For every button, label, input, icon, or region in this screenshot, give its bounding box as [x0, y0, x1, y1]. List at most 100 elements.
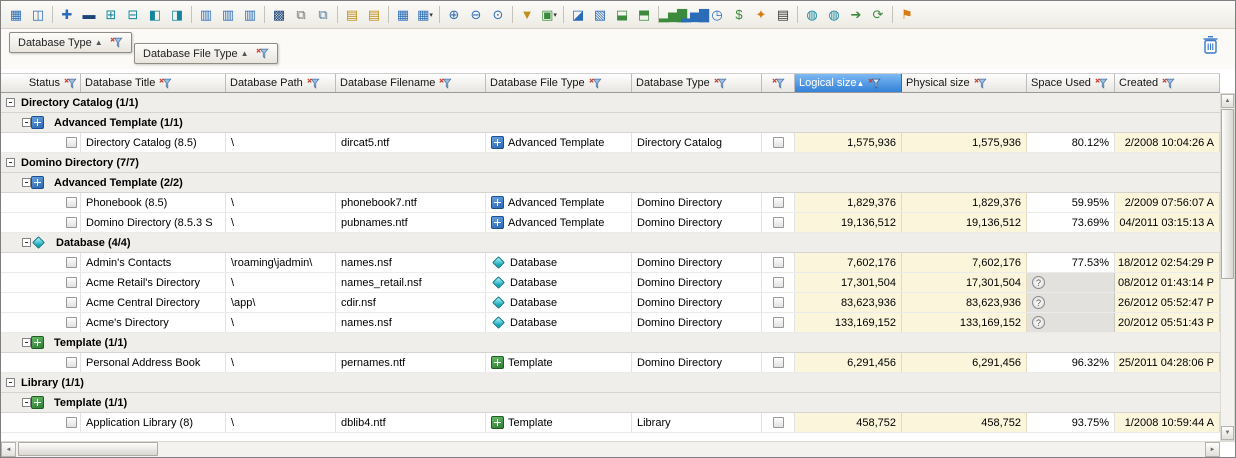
table-row[interactable]: Acme's Directory \ names.nsf Database Do…	[1, 313, 1220, 333]
export-grid-icon[interactable]: ◪	[567, 4, 589, 26]
horizontal-scroll-thumb[interactable]	[18, 442, 158, 456]
filter-icon[interactable]	[714, 78, 727, 89]
collapse-toggle[interactable]	[22, 118, 31, 127]
filter-icon[interactable]	[64, 78, 77, 89]
group-tab-database-file-type[interactable]: Database File Type ▲	[134, 43, 278, 64]
row-checkbox[interactable]	[66, 137, 77, 148]
table-row[interactable]: Advanced Template (1/1)	[1, 113, 1220, 133]
split-view-icon[interactable]: ◫	[27, 4, 49, 26]
filter-icon[interactable]	[589, 78, 602, 89]
shift-right-icon[interactable]: ◨	[166, 4, 188, 26]
column-header-status[interactable]: Status	[1, 74, 81, 92]
flag-checkbox[interactable]	[773, 297, 784, 308]
web-icon[interactable]: ◍	[801, 4, 823, 26]
column-header-created[interactable]: Created	[1115, 74, 1220, 92]
collapse-all-icon[interactable]: ⊟	[122, 4, 144, 26]
flag-checkbox[interactable]	[773, 137, 784, 148]
row-checkbox[interactable]	[66, 357, 77, 368]
folder-search-icon[interactable]: ▤	[341, 4, 363, 26]
zoom-in-icon[interactable]: ⊕	[443, 4, 465, 26]
collapse-toggle[interactable]	[6, 158, 15, 167]
table-row[interactable]: Domino Directory (7/7)	[1, 153, 1220, 173]
zoom-reset-icon[interactable]: ⊙	[487, 4, 509, 26]
tools-icon[interactable]: ✦	[750, 4, 772, 26]
flag-checkbox[interactable]	[773, 217, 784, 228]
grid-view-icon[interactable]: ▦	[5, 4, 27, 26]
table-row[interactable]: Admin's Contacts \roaming\jadmin\ names.…	[1, 253, 1220, 273]
vertical-scroll-track[interactable]: ▲ ▼	[1220, 93, 1235, 441]
row-checkbox[interactable]	[66, 277, 77, 288]
size-audit-icon[interactable]: $	[728, 4, 750, 26]
row-checkbox[interactable]	[66, 317, 77, 328]
row-checkbox[interactable]	[66, 257, 77, 268]
zoom-out-icon[interactable]: ⊖	[465, 4, 487, 26]
add-icon[interactable]: ✚	[56, 4, 78, 26]
scroll-down-button[interactable]: ▼	[1221, 426, 1234, 440]
filter-icon[interactable]	[1095, 78, 1108, 89]
group-tab-database-type[interactable]: Database Type ▲	[9, 32, 132, 53]
collapse-toggle[interactable]	[6, 98, 15, 107]
collapse-toggle[interactable]	[22, 338, 31, 347]
flag-checkbox[interactable]	[773, 277, 784, 288]
columns-wide-icon[interactable]: ▥	[239, 4, 261, 26]
filter-icon[interactable]	[974, 78, 987, 89]
table-row[interactable]: Library (1/1)	[1, 373, 1220, 393]
column-header-physical-size[interactable]: Physical size	[902, 74, 1027, 92]
table-row[interactable]: Directory Catalog (8.5) \ dircat5.ntf Ad…	[1, 133, 1220, 153]
refresh-icon[interactable]: ⟳	[867, 4, 889, 26]
flag-checkbox[interactable]	[773, 357, 784, 368]
column-header-logical-size[interactable]: Logical size ▲	[795, 74, 902, 92]
flag-checkbox[interactable]	[773, 317, 784, 328]
scroll-right-button[interactable]: ►	[1205, 442, 1220, 457]
filter-icon[interactable]	[110, 37, 123, 48]
collapse-toggle[interactable]	[22, 398, 31, 407]
column-header-database-title[interactable]: Database Title	[81, 74, 226, 92]
freeze-columns-icon[interactable]: ▥	[195, 4, 217, 26]
table-row[interactable]: Phonebook (8.5) \ phonebook7.ntf Advance…	[1, 193, 1220, 213]
scroll-up-button[interactable]: ▲	[1221, 94, 1234, 108]
column-header-flag[interactable]	[762, 74, 795, 92]
flag-icon[interactable]: ⚑	[896, 4, 918, 26]
table-menu-icon[interactable]: ▦▾	[414, 4, 436, 26]
flag-checkbox[interactable]	[773, 417, 784, 428]
remove-icon[interactable]: ▬	[78, 4, 100, 26]
chart-bars-alt-icon[interactable]: ▂▅▇	[684, 4, 706, 26]
table-row[interactable]: Acme Central Directory \app\ cdir.nsf Da…	[1, 293, 1220, 313]
column-header-database-path[interactable]: Database Path	[226, 74, 336, 92]
filter-icon[interactable]	[307, 78, 320, 89]
filter-icon[interactable]	[1162, 78, 1175, 89]
scroll-left-button[interactable]: ◄	[1, 442, 16, 457]
expand-all-icon[interactable]: ⊞	[100, 4, 122, 26]
copy-icon[interactable]: ⧉	[290, 4, 312, 26]
filter-icon[interactable]	[256, 48, 269, 59]
image-menu-icon[interactable]: ▣▾	[538, 4, 560, 26]
row-checkbox[interactable]	[66, 217, 77, 228]
filter-icon[interactable]	[772, 78, 785, 89]
doc-import-icon[interactable]: ⬒	[633, 4, 655, 26]
table-row[interactable]: Personal Address Book \ pernames.ntf Tem…	[1, 353, 1220, 373]
trash-button[interactable]	[1199, 33, 1221, 57]
flag-checkbox[interactable]	[773, 257, 784, 268]
filter-icon[interactable]	[439, 78, 452, 89]
flag-checkbox[interactable]	[773, 197, 784, 208]
table-row[interactable]: Directory Catalog (1/1)	[1, 93, 1220, 113]
solid-grid-icon[interactable]: ▩	[268, 4, 290, 26]
send-icon[interactable]: ➔	[845, 4, 867, 26]
table-report-icon[interactable]: ▦	[392, 4, 414, 26]
shift-left-icon[interactable]: ◧	[144, 4, 166, 26]
vertical-scroll-thumb[interactable]	[1221, 109, 1234, 279]
horizontal-scroll-track[interactable]	[16, 442, 1205, 457]
schedule-table-icon[interactable]: ◷	[706, 4, 728, 26]
columns-layout-icon[interactable]: ▥	[217, 4, 239, 26]
paste-icon[interactable]: ⧉	[312, 4, 334, 26]
table-row[interactable]: Database (4/4)	[1, 233, 1220, 253]
row-checkbox[interactable]	[66, 297, 77, 308]
filter-funnel-icon[interactable]: ▼	[516, 4, 538, 26]
row-checkbox[interactable]	[66, 417, 77, 428]
column-header-database-filename[interactable]: Database Filename	[336, 74, 486, 92]
row-checkbox[interactable]	[66, 197, 77, 208]
folder-open-icon[interactable]: ▤	[363, 4, 385, 26]
table-row[interactable]: Advanced Template (2/2)	[1, 173, 1220, 193]
table-row[interactable]: Domino Directory (8.5.3 S \ pubnames.ntf…	[1, 213, 1220, 233]
table-row[interactable]: Template (1/1)	[1, 333, 1220, 353]
